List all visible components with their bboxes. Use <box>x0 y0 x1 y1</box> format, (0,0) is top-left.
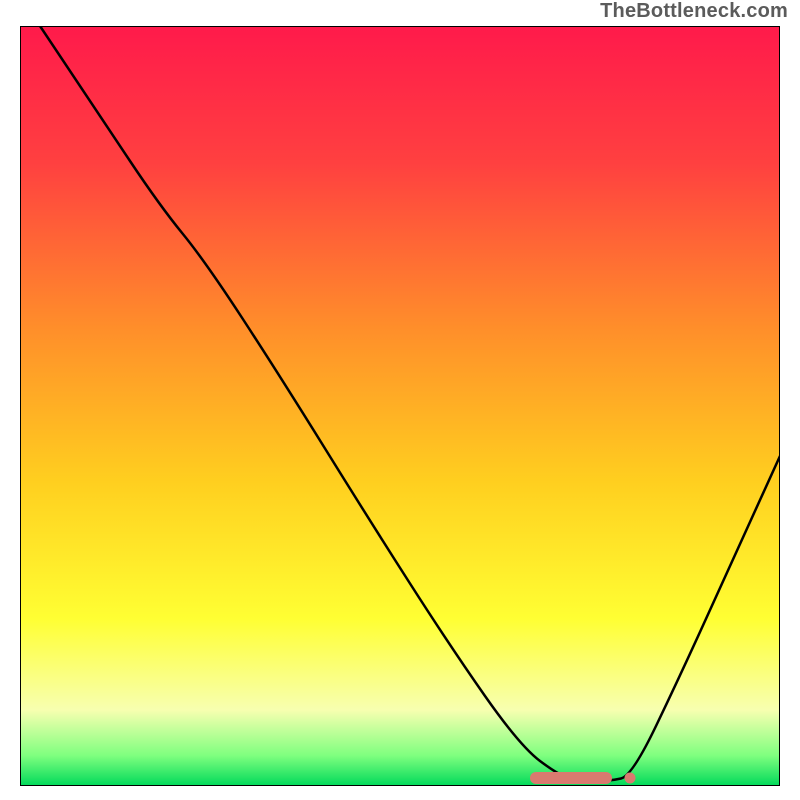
plot-area <box>20 26 780 786</box>
optimal-range-marker <box>530 772 612 784</box>
gradient-background <box>20 26 780 786</box>
watermark-text: TheBottleneck.com <box>600 0 788 23</box>
chart-svg <box>20 26 780 786</box>
optimal-point-marker <box>625 773 636 784</box>
chart-frame: TheBottleneck.com <box>0 0 800 800</box>
